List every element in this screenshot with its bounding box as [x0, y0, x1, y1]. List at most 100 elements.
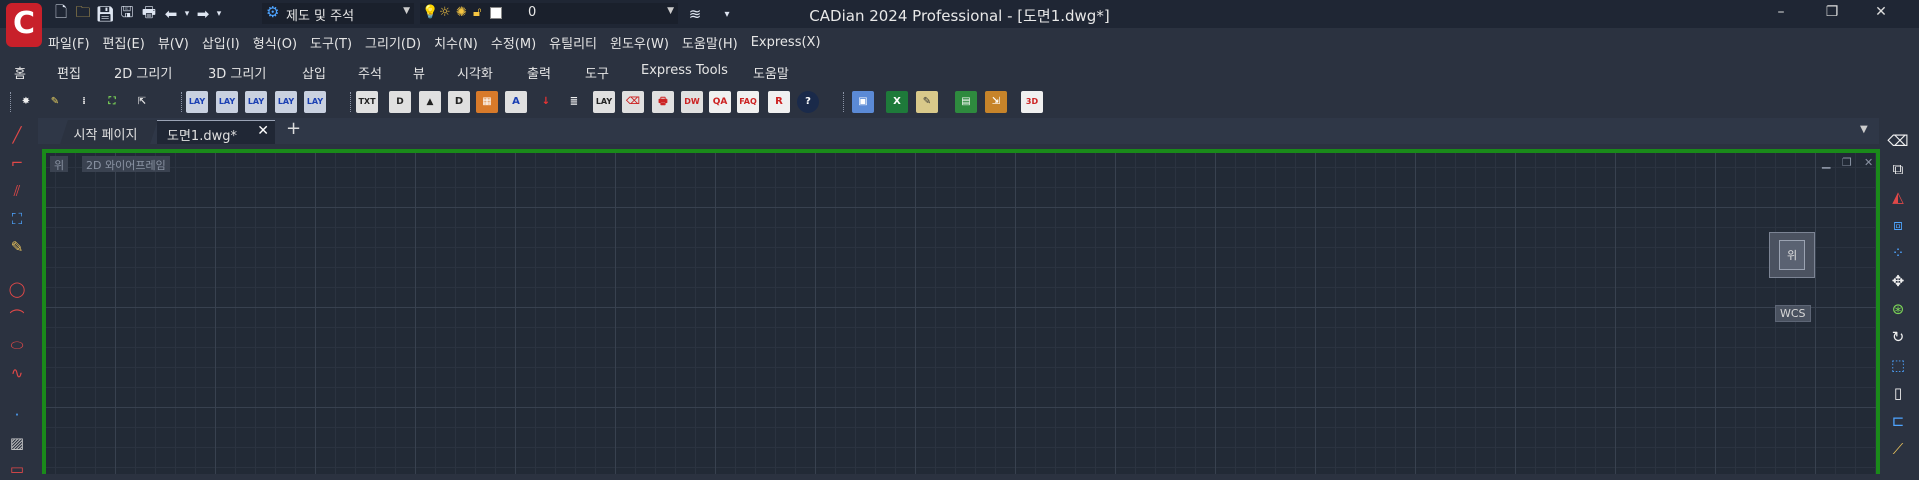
menu-view[interactable]: 뷰(V) — [158, 33, 189, 52]
menu-format[interactable]: 형식(O) — [253, 33, 297, 52]
print-icon[interactable]: 🖶 — [138, 3, 160, 25]
lay-cur-icon[interactable]: LAY — [593, 91, 615, 113]
scale-icon[interactable]: ⬚ — [1887, 354, 1909, 376]
ribbon-tab-express-tools[interactable]: Express Tools — [641, 63, 728, 78]
spline-icon[interactable]: ∿ — [6, 362, 28, 384]
drawing-viewport[interactable]: 위 2D 와이어프레임 ▁ ❐ ✕ 위 WCS — [42, 149, 1880, 474]
minimize-button[interactable]: – — [1766, 4, 1796, 20]
ribbon-tab-output[interactable]: 출력 — [527, 63, 551, 82]
menu-tools[interactable]: 도구(T) — [310, 33, 352, 52]
array-icon[interactable]: ⁘ — [1887, 242, 1909, 264]
ucs-label[interactable]: WCS — [1775, 305, 1811, 322]
pointer-block-icon[interactable]: ⇱ — [131, 91, 153, 113]
menu-file[interactable]: 파일(F) — [48, 33, 90, 52]
menu-modify[interactable]: 수정(M) — [491, 33, 536, 52]
point-icon[interactable]: · — [6, 404, 28, 426]
copy-icon[interactable]: ⧉ — [1887, 158, 1909, 180]
chevron-down-icon[interactable]: ▼ — [1860, 124, 1868, 135]
add-tab-button[interactable]: + — [286, 118, 301, 139]
import-icon[interactable]: ⇲ — [985, 91, 1007, 113]
ribbon-tab-home[interactable]: 홈 — [14, 63, 26, 82]
menu-window[interactable]: 윈도우(W) — [610, 33, 669, 52]
menu-utility[interactable]: 유틸리티 — [549, 33, 597, 52]
cadian-logo-icon[interactable] — [6, 3, 42, 47]
attribute-text-icon[interactable]: A — [505, 91, 527, 113]
new-file-icon[interactable]: 🗋 — [50, 3, 72, 25]
layer-tool-4-icon[interactable]: LAY — [275, 91, 297, 113]
toolbar-grip[interactable] — [350, 92, 352, 112]
menu-help[interactable]: 도움말(H) — [682, 33, 738, 52]
layer-tool-1-icon[interactable]: LAY — [186, 91, 208, 113]
region-icon[interactable]: ▭ — [6, 458, 28, 480]
layer-tool-5-icon[interactable]: LAY — [304, 91, 326, 113]
faq-icon[interactable]: FAQ — [737, 91, 759, 113]
text-explode-icon[interactable]: ▲ — [419, 91, 441, 113]
xline-icon[interactable]: ⫽ — [6, 180, 28, 202]
redo-dropdown-icon[interactable]: ▾ — [214, 3, 224, 25]
menu-edit[interactable]: 편집(E) — [103, 33, 145, 52]
viewport-close-icon[interactable]: ✕ — [1864, 156, 1873, 169]
mirror-icon[interactable]: ◭ — [1887, 186, 1909, 208]
workspace-dropdown[interactable]: ⚙ 제도 및 주석 ▼ — [262, 3, 414, 24]
burst-icon[interactable]: ✸ — [15, 91, 37, 113]
viewport-restore-icon[interactable]: ❐ — [1842, 156, 1852, 169]
close-icon[interactable]: ✕ — [257, 123, 269, 139]
extend-icon[interactable]: ⟋ — [1887, 438, 1909, 460]
3d-pdf-icon[interactable]: 3D — [1021, 91, 1043, 113]
ribbon-tab-3d-draw[interactable]: 3D 그리기 — [208, 63, 266, 82]
ribbon-tab-tools[interactable]: 도구 — [585, 63, 609, 82]
arc-icon[interactable]: ⌒ — [6, 306, 28, 328]
ribbon-tab-help[interactable]: 도움말 — [753, 63, 789, 82]
menu-express[interactable]: Express(X) — [751, 35, 821, 50]
eraser-icon[interactable]: ⌫ — [1887, 130, 1909, 152]
ribbon-tab-edit[interactable]: 편집 — [57, 63, 81, 82]
undo-dropdown-icon[interactable]: ▾ — [182, 3, 192, 25]
viewport-minimize-icon[interactable]: ▁ — [1822, 156, 1830, 169]
tab-drawing1[interactable]: 도면1.dwg* ✕ — [157, 120, 275, 144]
menu-draw[interactable]: 그리기(D) — [365, 33, 421, 52]
trim-icon[interactable]: ⊏ — [1887, 410, 1909, 432]
circle-icon[interactable]: ◯ — [6, 278, 28, 300]
redo-icon[interactable]: ➡ — [192, 3, 214, 25]
select-group-icon[interactable]: ⛶ — [101, 91, 123, 113]
attribute-edit-icon[interactable]: ✎ — [44, 91, 66, 113]
text-box-icon[interactable]: D — [448, 91, 470, 113]
print-tool-icon[interactable]: 🖶 — [652, 91, 674, 113]
close-button[interactable]: ✕ — [1866, 4, 1896, 20]
offset-icon[interactable]: ⧈ — [1887, 214, 1909, 236]
hatch-icon[interactable]: ▨ — [6, 432, 28, 454]
view-label[interactable]: 위 — [50, 156, 69, 172]
open-folder-icon[interactable]: 🗀 — [72, 3, 94, 25]
move-icon[interactable]: ✥ — [1887, 270, 1909, 292]
layer-dropdown[interactable]: 💡 ☼ ✺ 🔓︎ 0 ▼ — [420, 3, 678, 24]
sketch-icon[interactable]: ✎ — [6, 236, 28, 258]
restore-button[interactable]: ❐ — [1817, 4, 1847, 20]
menu-dimension[interactable]: 치수(N) — [434, 33, 478, 52]
cadian-r-icon[interactable]: R — [768, 91, 790, 113]
image-tool-icon[interactable]: ▣ — [852, 91, 874, 113]
layer-tool-3-icon[interactable]: LAY — [245, 91, 267, 113]
visual-style-label[interactable]: 2D 와이어프레임 — [82, 156, 170, 172]
ribbon-tab-annotate[interactable]: 주석 — [358, 63, 382, 82]
ribbon-tab-2d-draw[interactable]: 2D 그리기 — [114, 63, 172, 82]
toolbar-grip[interactable] — [181, 92, 183, 112]
export-icon[interactable]: ▤ — [955, 91, 977, 113]
ellipse-icon[interactable]: ⬭ — [6, 334, 28, 356]
qa-icon[interactable]: QA — [709, 91, 731, 113]
viewcube[interactable]: 위 — [1769, 232, 1815, 278]
save-icon[interactable]: 💾︎ — [94, 3, 116, 25]
help-icon[interactable]: ? — [797, 91, 819, 113]
rectangle-icon[interactable]: ⛶ — [6, 208, 28, 230]
eraser-icon[interactable]: ⌫ — [622, 91, 644, 113]
ribbon-tab-view[interactable]: 뷰 — [413, 63, 425, 82]
ribbon-tab-insert[interactable]: 삽입 — [302, 63, 326, 82]
text-mask-icon[interactable]: D — [389, 91, 411, 113]
layer-tool-2-icon[interactable]: LAY — [216, 91, 238, 113]
dwg-tool-icon[interactable]: DW — [681, 91, 703, 113]
tab-start-page[interactable]: 시작 페이지 — [60, 120, 158, 144]
arrow-text-icon[interactable]: ↓ — [535, 91, 557, 113]
block-select-icon[interactable]: ⁞ — [73, 91, 95, 113]
polyline-icon[interactable]: ⌐ — [6, 152, 28, 174]
ribbon-tab-visualize[interactable]: 시각화 — [457, 63, 493, 82]
edit-note-icon[interactable]: ✎ — [916, 91, 938, 113]
